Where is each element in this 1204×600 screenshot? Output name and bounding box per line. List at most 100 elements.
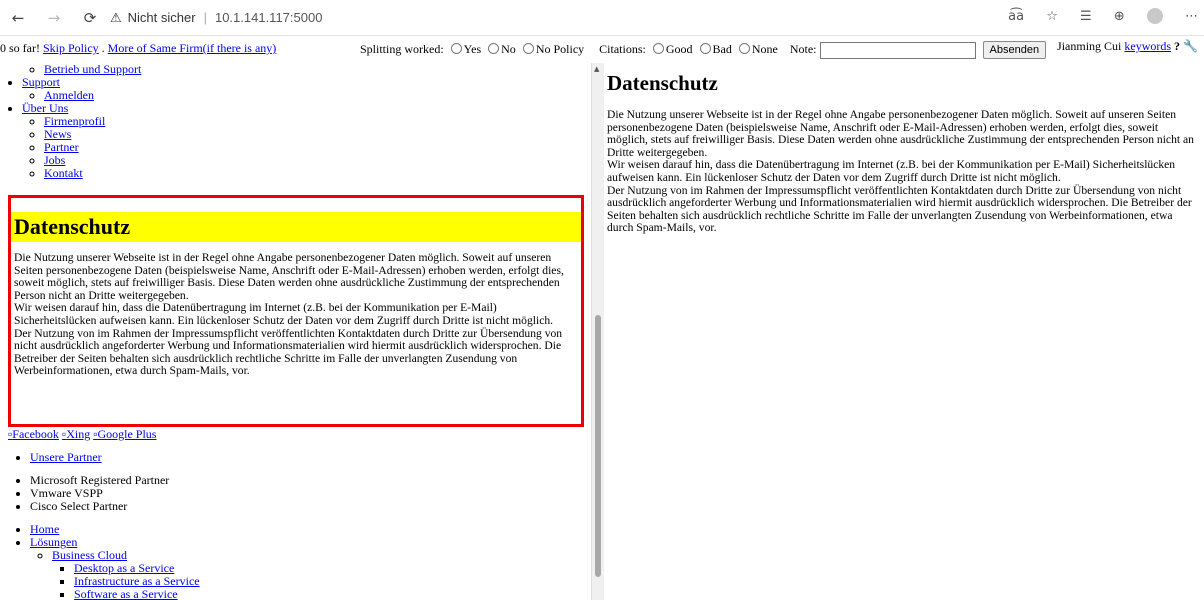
- list-item: Microsoft Registered Partner: [30, 474, 578, 487]
- radio-no-label: No: [501, 41, 516, 56]
- nav-sublist: Desktop as a Service Infrastructure as a…: [52, 562, 578, 600]
- profile-avatar-icon[interactable]: [1146, 8, 1163, 24]
- nav-link-anmelden[interactable]: Anmelden: [44, 88, 94, 102]
- link-separator: .: [98, 41, 108, 55]
- selected-section-highlight[interactable]: Datenschutz Die Nutzung unserer Webseite…: [8, 195, 584, 427]
- radio-citations-bad[interactable]: [699, 42, 711, 54]
- nav-sublist: Anmelden: [22, 89, 590, 102]
- radio-good-label: Good: [665, 41, 693, 56]
- radio-splitting-no-policy[interactable]: [522, 42, 534, 54]
- nav-link-loesungen[interactable]: Lösungen: [30, 535, 77, 549]
- partner-link-list: Unsere Partner: [8, 451, 578, 464]
- paragraph-3: Der Nutzung von im Rahmen der Impressums…: [14, 326, 563, 378]
- list-item: Firmenprofil: [44, 115, 590, 128]
- nav-link-business-cloud[interactable]: Business Cloud: [52, 548, 127, 562]
- facebook-link[interactable]: ▫Facebook: [8, 427, 59, 441]
- collections-icon[interactable]: ⊕: [1114, 9, 1125, 24]
- paragraph-1: Die Nutzung unserer Webseite ist in der …: [14, 251, 564, 302]
- note-input[interactable]: [819, 41, 976, 59]
- more-menu-icon[interactable]: ⋯: [1185, 9, 1198, 24]
- list-item: Kontakt: [44, 167, 590, 180]
- extracted-text: Die Nutzung unserer Webseite ist in der …: [607, 108, 1200, 235]
- favorite-star-icon[interactable]: ☆: [1046, 9, 1058, 24]
- nav-link-home[interactable]: Home: [30, 522, 59, 536]
- radio-bad-label: Bad: [712, 41, 732, 56]
- paragraph-3: Der Nutzung von im Rahmen der Impressums…: [607, 183, 1192, 235]
- list-item: Über Uns Firmenprofil News Partner Jobs …: [22, 102, 590, 180]
- radio-yes-label: Yes: [463, 41, 482, 56]
- nav-link-news[interactable]: News: [44, 127, 71, 141]
- address-separator: |: [203, 10, 207, 25]
- nav-list-main: Support Anmelden Über Uns Firmenprofil N…: [0, 76, 590, 180]
- nav-link-kontakt[interactable]: Kontakt: [44, 166, 83, 180]
- xing-link[interactable]: ▫Xing: [62, 427, 90, 441]
- nav-link-daas[interactable]: Desktop as a Service: [74, 561, 174, 575]
- list-item: Business Cloud Desktop as a Service Infr…: [52, 549, 578, 600]
- nav-link-firmenprofil[interactable]: Firmenprofil: [44, 114, 105, 128]
- radio-no-policy-label: No Policy: [535, 41, 585, 56]
- list-item: Betrieb und Support: [44, 63, 590, 76]
- list-item: Home: [30, 523, 578, 536]
- user-name: Jianming Cui: [1057, 39, 1122, 53]
- social-links: ▫Facebook ▫Xing ▫Google Plus: [8, 428, 578, 441]
- nav-link-jobs[interactable]: Jobs: [44, 153, 65, 167]
- nav-link-support[interactable]: Support: [22, 75, 60, 89]
- extracted-section-pane: Datenschutz Die Nutzung unserer Webseite…: [604, 63, 1200, 600]
- nav-sublist: Betrieb und Support: [22, 63, 590, 76]
- nav-sublist: Firmenprofil News Partner Jobs Kontakt: [22, 115, 590, 180]
- read-aloud-icon[interactable]: a͡a: [1008, 9, 1024, 24]
- paragraph-2: Wir weisen darauf hin, dass die Datenübe…: [14, 301, 554, 327]
- address-bar[interactable]: ⚠ Nicht sicher | 10.1.141.117:5000: [110, 6, 1010, 30]
- partner-list: Microsoft Registered Partner Vmware VSPP…: [8, 474, 578, 513]
- nav-link-iaas[interactable]: Infrastructure as a Service: [74, 574, 200, 588]
- scroll-up-arrow-icon[interactable]: ▲: [594, 65, 599, 73]
- paragraph-1: Die Nutzung unserer Webseite ist in der …: [607, 108, 1194, 159]
- wrench-icon[interactable]: 🔧: [1183, 39, 1198, 53]
- list-item: News: [44, 128, 590, 141]
- section-text: Die Nutzung unserer Webseite ist in der …: [11, 242, 581, 378]
- more-same-firm-link[interactable]: More of Same Firm(if there is any): [108, 41, 277, 55]
- nav-list-bottom: Home Lösungen Business Cloud Desktop as …: [8, 523, 578, 600]
- note-label: Note:: [789, 41, 817, 56]
- list-item: Partner: [44, 141, 590, 154]
- scrollbar-thumb[interactable]: [595, 315, 601, 577]
- section-heading: Datenschutz: [11, 212, 581, 242]
- radio-splitting-yes[interactable]: [450, 42, 462, 54]
- radio-citations-none[interactable]: [738, 42, 750, 54]
- reload-icon[interactable]: ⟳: [80, 8, 100, 28]
- submit-button[interactable]: Absenden: [982, 41, 1047, 59]
- unsere-partner-link[interactable]: Unsere Partner: [30, 450, 102, 464]
- labeling-toolbar: 0 so far! Skip Policy . More of Same Fir…: [0, 37, 1204, 61]
- list-item: Anmelden: [44, 89, 590, 102]
- back-arrow-icon[interactable]: ←: [8, 8, 28, 28]
- progress-text: 0 so far!: [0, 41, 40, 55]
- skip-policy-link[interactable]: Skip Policy: [43, 41, 99, 55]
- nav-sublist: Business Cloud Desktop as a Service Infr…: [30, 549, 578, 600]
- nav-list-top: Betrieb und Support: [0, 63, 590, 76]
- browser-toolbar: ← → ⟳ ⚠ Nicht sicher | 10.1.141.117:5000 a͡…: [0, 0, 1204, 36]
- list-item: Software as a Service: [74, 588, 578, 600]
- forward-arrow-icon[interactable]: →: [44, 8, 64, 28]
- left-pane-scrollbar[interactable]: ▲: [591, 63, 604, 600]
- radio-citations-good[interactable]: [652, 42, 664, 54]
- google-plus-link[interactable]: ▫Google Plus: [93, 427, 156, 441]
- url-text[interactable]: 10.1.141.117:5000: [215, 10, 322, 25]
- keywords-link[interactable]: keywords: [1124, 39, 1171, 53]
- help-icon[interactable]: ?: [1174, 39, 1180, 53]
- favorites-bar-icon[interactable]: ☰: [1080, 9, 1092, 24]
- list-item: Cisco Select Partner: [30, 500, 578, 513]
- security-label: Nicht sicher: [127, 10, 196, 25]
- browser-actions: a͡a ☆ ☰ ⊕ ⋯: [990, 8, 1198, 28]
- warning-icon[interactable]: ⚠: [110, 11, 122, 26]
- extracted-title: Datenschutz: [607, 71, 718, 95]
- splitting-label: Splitting worked:: [360, 41, 444, 56]
- source-page-pane: Betrieb und Support Support Anmelden Übe…: [0, 63, 590, 600]
- list-item: Support Anmelden: [22, 76, 590, 102]
- nav-link-partner[interactable]: Partner: [44, 140, 79, 154]
- nav-link-saas[interactable]: Software as a Service: [74, 587, 178, 600]
- lower-content: ▫Facebook ▫Xing ▫Google Plus Unsere Part…: [8, 428, 578, 600]
- list-item: Lösungen Business Cloud Desktop as a Ser…: [30, 536, 578, 600]
- nav-link-ueber-uns[interactable]: Über Uns: [22, 101, 68, 115]
- list-item: Betrieb und Support: [22, 63, 590, 76]
- radio-splitting-no[interactable]: [488, 42, 500, 54]
